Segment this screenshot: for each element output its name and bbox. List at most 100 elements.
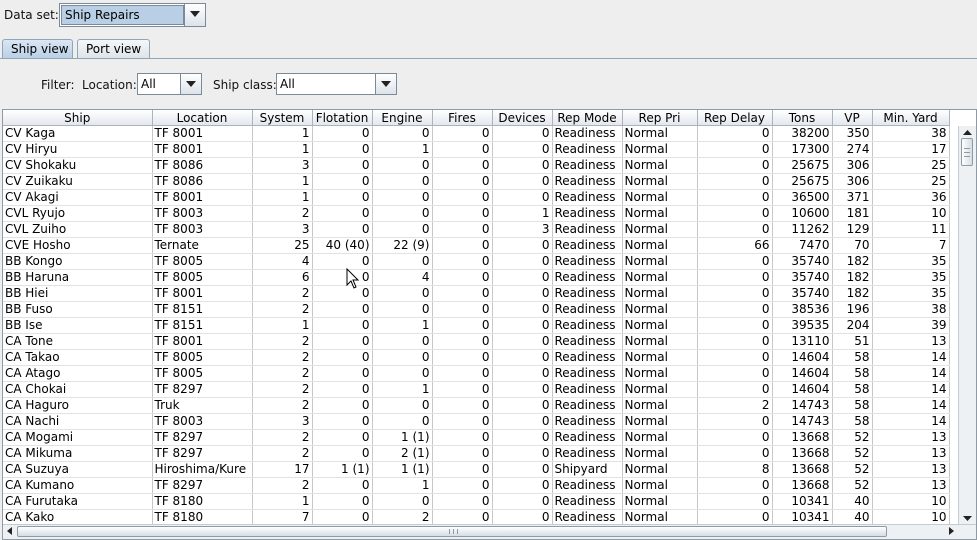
table-row[interactable]: BB Kongo TF 8005 4 0 0 0 0 Readiness Normal 0 3574… [3,253,950,270]
table-cell: Normal [622,285,698,302]
table-row[interactable]: CA Nachi TF 8003 3 0 0 0 0 Readiness Normal 0 1474… [3,413,950,430]
table-cell: 0 [312,349,373,366]
table-row[interactable]: CA Furutaka TF 8180 1 0 0 0 0 Readiness Normal 0 1… [3,493,950,510]
column-header[interactable]: Devices [492,110,553,126]
scroll-left-button[interactable] [3,525,16,538]
location-filter-label: Location: [82,78,137,92]
table-cell: 182 [832,253,873,270]
table-cell: 25 [872,173,950,190]
vertical-scrollbar[interactable] [958,126,976,539]
column-header[interactable]: Min. Yard [872,110,950,126]
table-cell: 10 [872,493,950,510]
table-cell: CA Suzuya [3,461,153,478]
table-cell: 0 [697,301,773,318]
table-cell: 40 [832,493,873,510]
table-cell: 0 [312,221,373,238]
table-cell: 13668 [772,461,833,478]
column-header[interactable]: Rep Delay [697,110,773,126]
table-row[interactable]: CV Zuikaku TF 8086 1 0 0 0 0 Readiness Normal 0 25… [3,173,950,190]
table-cell: 0 [312,253,373,270]
table-row[interactable]: CA Tone TF 8001 2 0 0 0 0 Readiness Normal 0 13110… [3,333,950,350]
table-row[interactable]: CA Mikuma TF 8297 2 0 2 (1) 0 0 Readiness Normal… [3,445,950,462]
table-cell: Normal [622,493,698,510]
table-cell: Readiness [552,333,623,350]
table-row[interactable]: CV Akagi TF 8001 1 0 0 0 0 Readiness Normal 0 3650… [3,189,950,206]
table-row[interactable]: CA Atago TF 8005 2 0 0 0 0 Readiness Normal 0 1460… [3,365,950,382]
dataset-label: Data set: [4,8,59,22]
scroll-up-button[interactable] [959,126,976,138]
table-cell: 38 [872,125,950,142]
table-row[interactable]: BB Fuso TF 8151 2 0 0 0 0 Readiness Normal 0 38536… [3,301,950,318]
table-cell: TF 8001 [152,125,253,142]
table-cell: BB Kongo [3,253,153,270]
table-row[interactable]: CVL Ryujo TF 8003 2 0 0 0 1 Readiness Normal 0 106… [3,205,950,222]
column-header[interactable]: Engine [372,110,433,126]
table-cell: TF 8297 [152,381,253,398]
column-header[interactable]: Rep Mode [552,110,623,126]
table-cell: Readiness [552,125,623,142]
table-cell: 0 [432,157,493,174]
horizontal-scrollbar[interactable] [3,524,976,539]
scroll-right-button[interactable] [945,525,958,538]
table-cell: 58 [832,349,873,366]
column-header[interactable]: System [252,110,313,126]
table-row[interactable]: CA Chokai TF 8297 2 0 1 0 0 Readiness Normal 0 146… [3,381,950,398]
table-cell: Normal [622,189,698,206]
ship-table[interactable]: Ship Location System Flotation Engine Fires De… [2,109,977,540]
table-cell: 35740 [772,269,833,286]
table-cell: 39535 [772,317,833,334]
column-header[interactable]: Fires [432,110,493,126]
dataset-dropdown-button[interactable] [184,4,205,26]
column-header[interactable]: Rep Pri [622,110,698,126]
column-header[interactable]: Ship [3,110,153,126]
chevron-down-icon [186,81,196,87]
table-row[interactable]: CVL Zuiho TF 8003 3 0 0 0 3 Readiness Normal 0 112… [3,221,950,238]
table-cell: CA Nachi [3,413,153,430]
table-cell: 1 (1) [372,429,433,446]
dataset-select[interactable]: Ship Repairs [59,3,206,27]
table-cell: 0 [697,221,773,238]
table-cell: 129 [832,221,873,238]
table-cell: CA Tone [3,333,153,350]
shipclass-dropdown-button[interactable] [375,74,396,94]
table-cell: CV Zuikaku [3,173,153,190]
table-cell: 196 [832,301,873,318]
tab-ship-view[interactable]: Ship view [2,39,73,59]
table-header-row: Ship Location System Flotation Engine Fires De… [3,110,950,126]
table-row[interactable]: CA Mogami TF 8297 2 0 1 (1) 0 0 Readiness Normal… [3,429,950,446]
table-cell: 0 [492,461,553,478]
table-cell: 0 [432,253,493,270]
table-row[interactable]: CA Suzuya Hiroshima/Kure 17 1 (1) 1 (1) 0 0 Shi… [3,461,950,478]
table-cell: 0 [432,205,493,222]
table-row[interactable]: CV Kaga TF 8001 1 0 0 0 0 Readiness Normal 0 38200… [3,125,950,142]
table-row[interactable]: BB Hiei TF 8001 2 0 0 0 0 Readiness Normal 0 35740… [3,285,950,302]
table-row[interactable]: CVE Hosho Ternate 25 40 (40) 22 (9) 0 0 Readine… [3,237,950,254]
horizontal-scroll-thumb[interactable] [17,526,887,537]
column-header[interactable]: VP [832,110,873,126]
location-filter-select[interactable]: All [137,73,202,95]
table-cell: 14743 [772,413,833,430]
table-row[interactable]: BB Ise TF 8151 1 0 1 0 0 Readiness Normal 0 39535 2… [3,317,950,334]
table-cell: 11262 [772,221,833,238]
table-row[interactable]: CA Kumano TF 8297 2 0 1 0 0 Readiness Normal 0 136… [3,477,950,494]
grip-line [964,156,970,157]
location-dropdown-button[interactable] [180,74,201,94]
table-cell: 1 [252,317,313,334]
table-cell: Normal [622,365,698,382]
table-row[interactable]: CA Haguro Truk 2 0 0 0 0 Readiness Normal 2 14743 5… [3,397,950,414]
table-cell: 52 [832,461,873,478]
table-cell: 14 [872,397,950,414]
table-cell: 0 [312,189,373,206]
table-cell: BB Fuso [3,301,153,318]
table-row[interactable]: CV Hiryu TF 8001 1 0 1 0 0 Readiness Normal 0 1730… [3,141,950,158]
column-header[interactable]: Tons [772,110,833,126]
column-header[interactable]: Location [152,110,253,126]
shipclass-filter-select[interactable]: All [276,73,397,95]
vertical-scroll-thumb[interactable] [961,138,973,166]
table-row[interactable]: CA Takao TF 8005 2 0 0 0 0 Readiness Normal 0 1460… [3,349,950,366]
table-cell: 0 [697,205,773,222]
table-row[interactable]: CV Shokaku TF 8086 3 0 0 0 0 Readiness Normal 0 25… [3,157,950,174]
table-row[interactable]: BB Haruna TF 8005 6 0 4 0 0 Readiness Normal 0 357… [3,269,950,286]
tab-port-view[interactable]: Port view [77,39,150,59]
column-header[interactable]: Flotation [312,110,373,126]
